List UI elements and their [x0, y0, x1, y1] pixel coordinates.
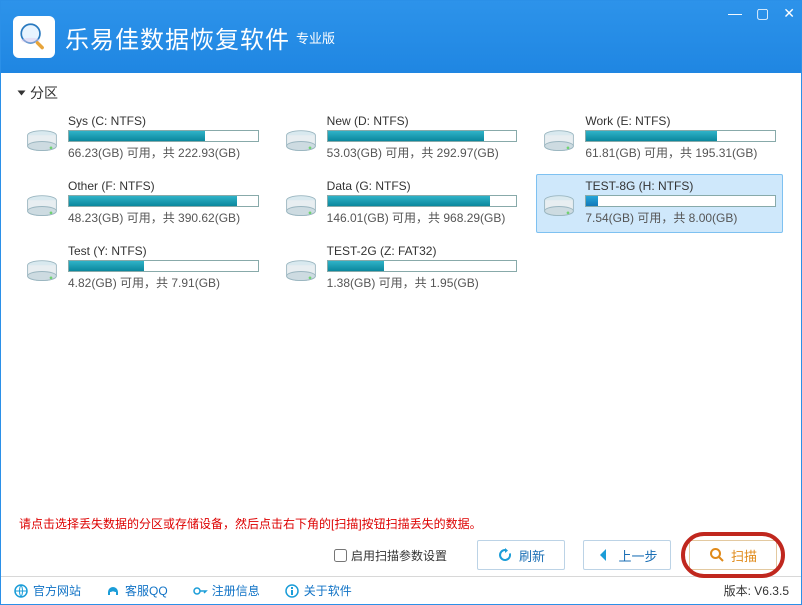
- usage-bar: [585, 130, 776, 142]
- usage-bar: [327, 195, 518, 207]
- enable-scan-options-label: 启用扫描参数设置: [351, 547, 447, 564]
- usage-bar: [68, 130, 259, 142]
- partition-stats: 66.23(GB) 可用，共 222.93(GB): [68, 144, 259, 161]
- search-icon: [709, 547, 725, 563]
- partition-name: Test (Y: NTFS): [68, 244, 259, 258]
- partition-item[interactable]: TEST-8G (H: NTFS) 7.54(GB) 可用，共 8.00(GB): [536, 174, 783, 233]
- info-icon: [284, 583, 300, 599]
- footer-site-label: 官方网站: [33, 582, 81, 599]
- drive-icon: [283, 258, 319, 288]
- section-header-partitions[interactable]: 分区: [19, 83, 783, 103]
- partition-stats: 7.54(GB) 可用，共 8.00(GB): [585, 209, 776, 226]
- footer-register-label: 注册信息: [212, 582, 260, 599]
- back-button[interactable]: 上一步: [583, 540, 671, 570]
- partition-stats: 48.23(GB) 可用，共 390.62(GB): [68, 209, 259, 226]
- refresh-label: 刷新: [519, 546, 545, 565]
- partition-stats: 1.38(GB) 可用，共 1.95(GB): [327, 274, 518, 291]
- main-panel: 分区 Sys (C: NTFS) 66.23(GB) 可用，共 222.93(G…: [1, 73, 801, 576]
- minimize-button[interactable]: ―: [728, 5, 742, 21]
- drive-icon: [283, 128, 319, 158]
- partition-name: Sys (C: NTFS): [68, 114, 259, 128]
- drive-icon: [24, 128, 60, 158]
- usage-bar: [68, 260, 259, 272]
- app-title: 乐易佳数据恢复软件: [65, 20, 290, 55]
- partition-name: Data (G: NTFS): [327, 179, 518, 193]
- action-row: 启用扫描参数设置 刷新 上一步 扫描: [19, 540, 783, 570]
- arrow-left-icon: [596, 547, 612, 563]
- partition-item[interactable]: Data (G: NTFS) 146.01(GB) 可用，共 968.29(GB…: [278, 174, 525, 233]
- usage-bar: [68, 195, 259, 207]
- app-window: 乐易佳数据恢复软件 专业版 ― ▢ ✕ 分区 Sys (C: NTFS) 66.…: [0, 0, 802, 605]
- drive-icon: [541, 128, 577, 158]
- footer-qq-label: 客服QQ: [125, 582, 168, 599]
- usage-bar: [327, 130, 518, 142]
- refresh-icon: [497, 547, 513, 563]
- footer-register[interactable]: 注册信息: [192, 582, 260, 599]
- partition-name: TEST-8G (H: NTFS): [585, 179, 776, 193]
- partition-name: Work (E: NTFS): [585, 114, 776, 128]
- drive-icon: [541, 193, 577, 223]
- app-subtitle: 专业版: [296, 28, 335, 47]
- enable-scan-options[interactable]: 启用扫描参数设置: [334, 547, 447, 564]
- footer-about-label: 关于软件: [304, 582, 352, 599]
- footer-official-site[interactable]: 官方网站: [13, 582, 81, 599]
- globe-icon: [13, 583, 29, 599]
- chevron-down-icon: [18, 91, 26, 96]
- partition-stats: 4.82(GB) 可用，共 7.91(GB): [68, 274, 259, 291]
- partition-stats: 61.81(GB) 可用，共 195.31(GB): [585, 144, 776, 161]
- partition-item[interactable]: New (D: NTFS) 53.03(GB) 可用，共 292.97(GB): [278, 109, 525, 168]
- drive-icon: [283, 193, 319, 223]
- usage-bar: [585, 195, 776, 207]
- partition-item[interactable]: Other (F: NTFS) 48.23(GB) 可用，共 390.62(GB…: [19, 174, 266, 233]
- back-label: 上一步: [618, 546, 657, 565]
- partition-item[interactable]: Sys (C: NTFS) 66.23(GB) 可用，共 222.93(GB): [19, 109, 266, 168]
- footer: 官方网站 客服QQ 注册信息 关于软件 版本: V6.3.5: [1, 576, 801, 604]
- drive-icon: [24, 193, 60, 223]
- partition-stats: 53.03(GB) 可用，共 292.97(GB): [327, 144, 518, 161]
- section-label: 分区: [30, 83, 58, 103]
- drive-icon: [24, 258, 60, 288]
- enable-scan-options-checkbox[interactable]: [334, 549, 347, 562]
- title-bar: 乐易佳数据恢复软件 专业版 ― ▢ ✕: [1, 1, 801, 73]
- scan-label: 扫描: [731, 546, 757, 565]
- usage-bar: [327, 260, 518, 272]
- footer-qq[interactable]: 客服QQ: [105, 582, 168, 599]
- headset-icon: [105, 583, 121, 599]
- partition-name: New (D: NTFS): [327, 114, 518, 128]
- partition-name: Other (F: NTFS): [68, 179, 259, 193]
- partition-stats: 146.01(GB) 可用，共 968.29(GB): [327, 209, 518, 226]
- footer-about[interactable]: 关于软件: [284, 582, 352, 599]
- close-button[interactable]: ✕: [783, 5, 795, 21]
- hint-text: 请点击选择丢失数据的分区或存储设备，然后点击右下角的[扫描]按钮扫描丢失的数据。: [19, 515, 783, 532]
- scan-button[interactable]: 扫描: [689, 540, 777, 570]
- app-icon: [13, 16, 55, 58]
- key-icon: [192, 583, 208, 599]
- partition-item[interactable]: TEST-2G (Z: FAT32) 1.38(GB) 可用，共 1.95(GB…: [278, 239, 525, 298]
- maximize-button[interactable]: ▢: [756, 5, 769, 21]
- partition-grid: Sys (C: NTFS) 66.23(GB) 可用，共 222.93(GB) …: [19, 109, 783, 298]
- partition-name: TEST-2G (Z: FAT32): [327, 244, 518, 258]
- footer-version: 版本: V6.3.5: [724, 582, 789, 599]
- refresh-button[interactable]: 刷新: [477, 540, 565, 570]
- partition-item[interactable]: Work (E: NTFS) 61.81(GB) 可用，共 195.31(GB): [536, 109, 783, 168]
- partition-item[interactable]: Test (Y: NTFS) 4.82(GB) 可用，共 7.91(GB): [19, 239, 266, 298]
